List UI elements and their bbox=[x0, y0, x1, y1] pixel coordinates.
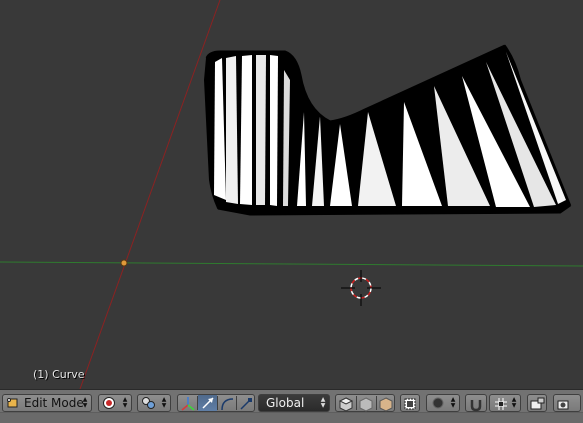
orientation-label: Global bbox=[266, 396, 305, 410]
header-scroll-strip[interactable] bbox=[0, 412, 583, 423]
mode-selector[interactable]: Edit Mode ▲ ▼ bbox=[2, 394, 92, 412]
chevron-updown-icon: ▲ ▼ bbox=[122, 396, 128, 409]
chevron-updown-icon: ▲ ▼ bbox=[320, 396, 326, 409]
snap-toggle-button[interactable] bbox=[465, 394, 487, 412]
mode-label: Edit Mode bbox=[24, 396, 84, 410]
viewport-header: Edit Mode ▲ ▼ ▲ ▼ ▲ ▼ Global ▲ ▼ ▲ ▼ ▲ ▼ bbox=[0, 389, 583, 423]
proportional-editing-selector[interactable]: ▲ ▼ bbox=[426, 394, 460, 412]
y-axis-line bbox=[0, 261, 583, 267]
transform-orientation-selector[interactable]: Global ▲ ▼ bbox=[258, 394, 330, 412]
edit-mode-icon bbox=[6, 396, 20, 413]
3d-viewport[interactable]: (1) Curve bbox=[0, 0, 583, 389]
translate-button[interactable] bbox=[198, 395, 217, 411]
active-object-label: (1) Curve bbox=[33, 368, 85, 381]
render-preview-button[interactable] bbox=[527, 394, 547, 412]
proportional-edit-icon bbox=[431, 396, 445, 413]
solid-shading-icon bbox=[102, 396, 116, 413]
pivot-point-icon bbox=[141, 396, 157, 413]
pivot-selector[interactable]: ▲ ▼ bbox=[137, 394, 171, 412]
manipulator-group bbox=[177, 394, 255, 412]
chevron-updown-icon: ▲ ▼ bbox=[511, 396, 517, 409]
limit-selection-button[interactable] bbox=[400, 394, 420, 412]
chevron-updown-icon: ▲ ▼ bbox=[161, 396, 167, 409]
display-buttons-group bbox=[335, 394, 395, 412]
chevron-updown-icon: ▲ ▼ bbox=[450, 396, 456, 409]
curve-mesh-object[interactable] bbox=[203, 44, 572, 216]
chevron-updown-icon: ▲ ▼ bbox=[82, 396, 88, 409]
shading-selector[interactable]: ▲ ▼ bbox=[98, 394, 132, 412]
snap-element-selector[interactable]: ▲ ▼ bbox=[489, 394, 521, 412]
object-origin-dot[interactable] bbox=[120, 259, 128, 267]
viewport-canvas[interactable] bbox=[0, 0, 583, 389]
3d-cursor[interactable] bbox=[341, 270, 381, 306]
x-axis-line bbox=[79, 0, 221, 389]
opengl-render-button[interactable] bbox=[553, 394, 581, 412]
